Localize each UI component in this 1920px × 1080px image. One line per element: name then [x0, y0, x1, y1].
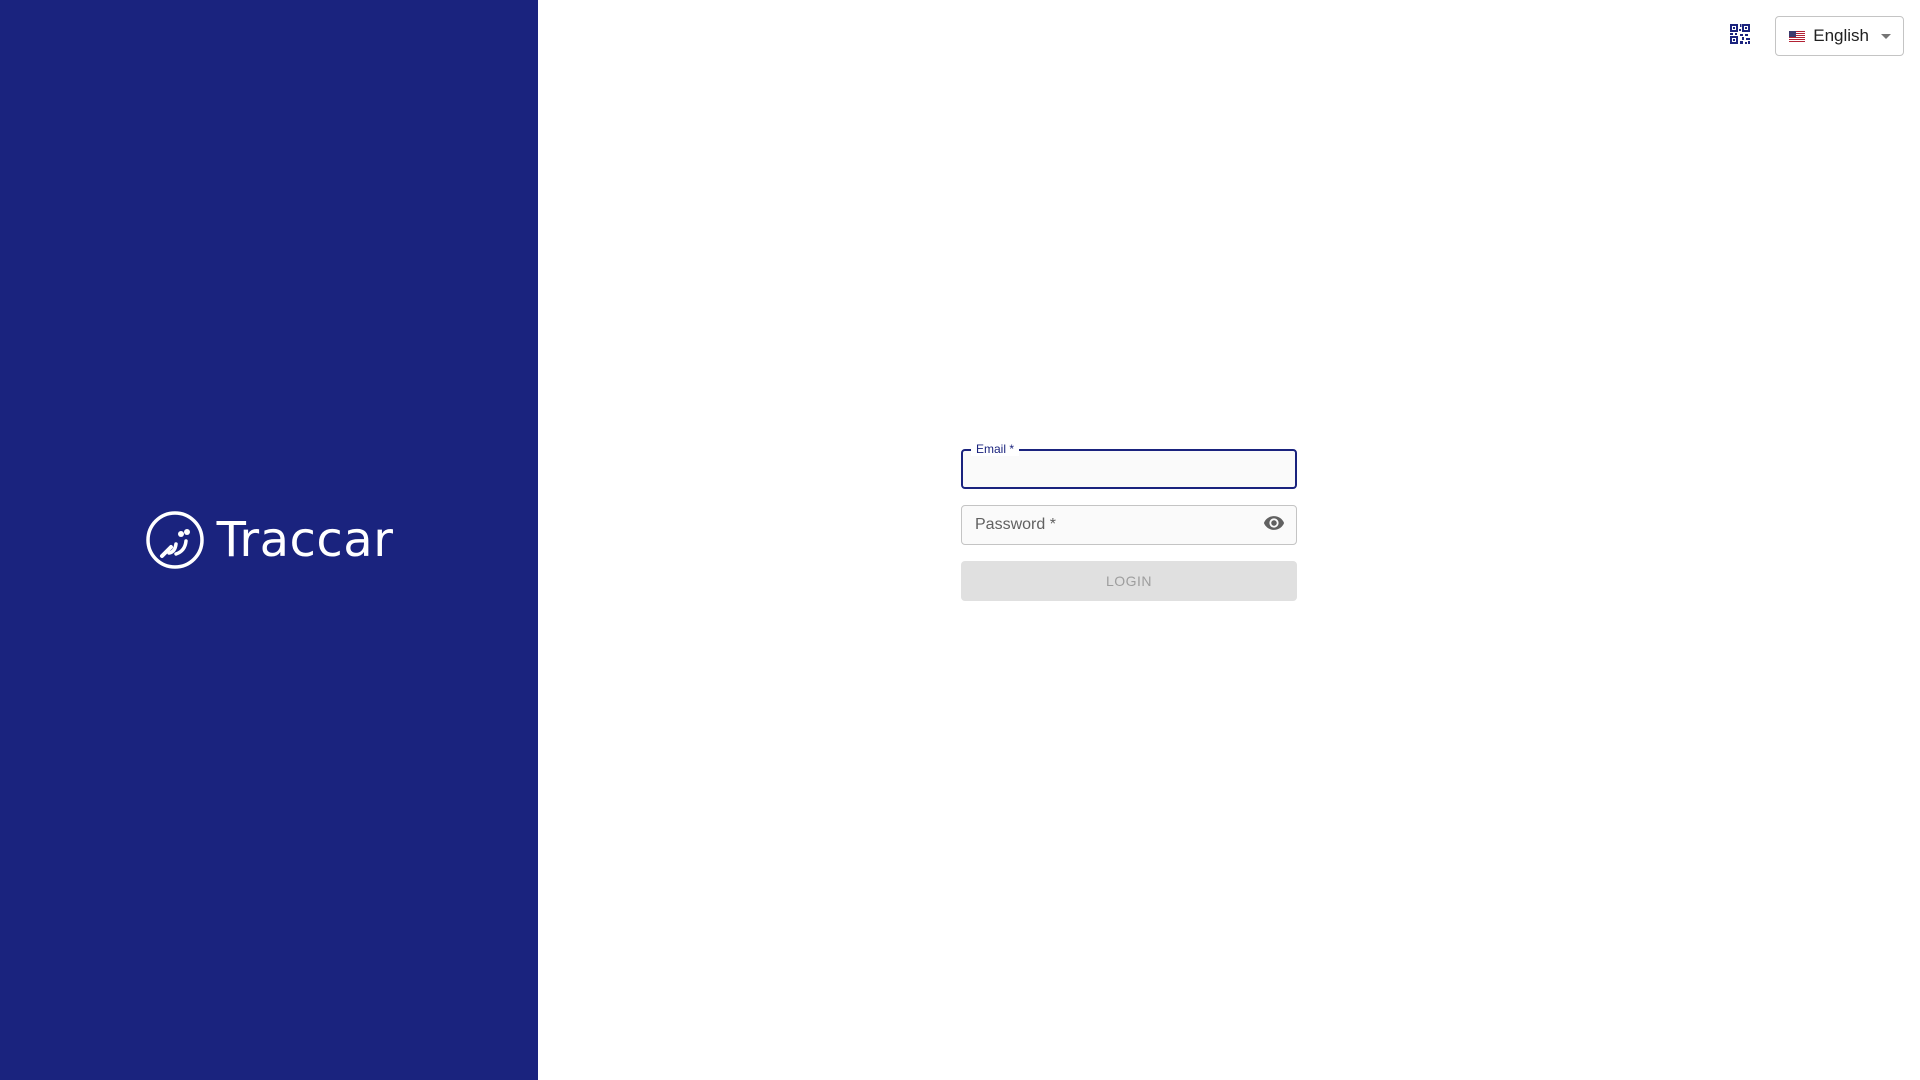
password-field[interactable]: Password *: [961, 505, 1297, 545]
top-toolbar: English: [1721, 16, 1904, 56]
language-select[interactable]: English: [1775, 16, 1904, 56]
show-password-button[interactable]: [1262, 513, 1286, 537]
email-input[interactable]: [963, 451, 1295, 487]
traccar-logo-icon: [145, 510, 205, 570]
login-form: Email * Password * LOGIN: [961, 442, 1297, 601]
language-selected-label: English: [1813, 26, 1869, 45]
password-input[interactable]: [962, 506, 1296, 544]
eye-icon: [1263, 512, 1285, 539]
qr-code-button[interactable]: [1721, 17, 1759, 55]
brand-name: Traccar: [216, 512, 394, 568]
login-button[interactable]: LOGIN: [961, 561, 1297, 601]
caret-down-icon: [1881, 33, 1891, 39]
us-flag-icon: [1789, 30, 1806, 42]
brand-logo: Traccar: [145, 510, 394, 570]
brand-sidebar: Traccar: [0, 0, 538, 1080]
qr-code-icon: [1730, 23, 1751, 49]
login-main-panel: English Email * Password * LOGIN: [538, 0, 1920, 1080]
email-field[interactable]: Email *: [961, 442, 1297, 489]
